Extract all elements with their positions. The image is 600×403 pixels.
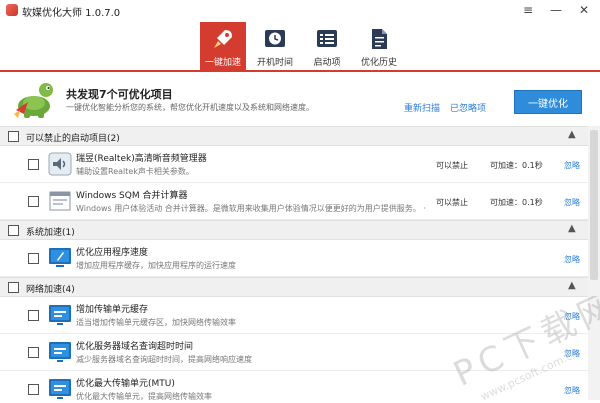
item-status: 可以禁止 bbox=[436, 161, 468, 170]
item-description: 适当增加传输单元缓存区，加快网络传输效率 bbox=[76, 318, 236, 327]
list-item: Windows SQM 合并计算器 Windows 用户体验活动 合并计算器。是… bbox=[0, 183, 588, 220]
section-title: 网络加速(4) bbox=[26, 285, 75, 295]
speaker-icon bbox=[48, 152, 72, 176]
section-checkbox[interactable] bbox=[8, 131, 19, 142]
item-checkbox[interactable] bbox=[28, 196, 39, 207]
item-checkbox[interactable] bbox=[28, 384, 39, 395]
item-description: Windows 用户体验活动 合并计算器。是微软用来收集用户体验情况以便更好的为… bbox=[76, 204, 426, 213]
item-title: 优化服务器域名查询超时时间 bbox=[76, 342, 194, 352]
tab-label: 启动项 bbox=[313, 58, 341, 68]
tab-label: 优化历史 bbox=[360, 58, 397, 68]
item-title: 优化应用程序速度 bbox=[76, 248, 149, 258]
item-description: 优化最大传输单元，提高网络传输效率 bbox=[76, 392, 212, 400]
item-checkbox[interactable] bbox=[28, 310, 39, 321]
title-bar: 软媒优化大师 1.0.7.0 ≡ — ✕ bbox=[0, 0, 600, 22]
menu-button[interactable]: ≡ bbox=[518, 1, 538, 19]
close-button[interactable]: ✕ bbox=[574, 1, 594, 19]
ignore-link[interactable]: 忽略 bbox=[564, 348, 580, 359]
tab-startup-items[interactable]: 启动项 bbox=[304, 22, 350, 70]
item-title: 瑞昱(Realtek)高清晰音频管理器 bbox=[76, 154, 207, 164]
ignore-link[interactable]: 忽略 bbox=[564, 385, 580, 396]
summary-panel: 共发现7个可优化项目 一键优化智能分析您的系统，帮您优化开机速度以及系统和网络速… bbox=[0, 72, 600, 126]
optimization-list: 可以禁止的启动项目(2) ▲ 瑞昱(Realtek)高清晰音频管理器 辅助设置R… bbox=[0, 126, 588, 400]
rescan-link[interactable]: 重新扫描 bbox=[404, 101, 440, 114]
section-checkbox[interactable] bbox=[8, 282, 19, 293]
item-checkbox[interactable] bbox=[28, 159, 39, 170]
startup-icon bbox=[314, 26, 340, 52]
section-header: 网络加速(4) ▲ bbox=[0, 277, 588, 297]
minimize-button[interactable]: — bbox=[546, 1, 566, 19]
item-title: Windows SQM 合并计算器 bbox=[76, 191, 188, 201]
tab-label: 开机时间 bbox=[256, 58, 293, 68]
tab-one-click-speedup[interactable]: 一键加速 bbox=[200, 22, 246, 70]
item-speedup: 可加速：0.1秒 bbox=[490, 198, 543, 207]
list-item: 优化应用程序速度 增加应用程序缓存，加快应用程序的运行速度 忽略 bbox=[0, 240, 588, 277]
tab-boot-time[interactable]: 开机时间 bbox=[252, 22, 298, 70]
section-title: 系统加速(1) bbox=[26, 228, 75, 238]
network-icon bbox=[48, 303, 72, 327]
item-checkbox[interactable] bbox=[28, 253, 39, 264]
network-icon bbox=[48, 340, 72, 364]
turtle-rocket-icon bbox=[10, 76, 58, 122]
ignore-link[interactable]: 忽略 bbox=[564, 160, 580, 171]
section-title: 可以禁止的启动项目(2) bbox=[26, 134, 120, 144]
monitor-rocket-icon bbox=[48, 246, 72, 270]
list-item: 瑞昱(Realtek)高清晰音频管理器 辅助设置Realtek声卡相关参数。 可… bbox=[0, 146, 588, 183]
item-title: 优化最大传输单元(MTU) bbox=[76, 379, 175, 389]
clock-icon bbox=[262, 26, 288, 52]
summary-title: 共发现7个可优化项目 bbox=[66, 88, 173, 101]
scrollbar-thumb[interactable] bbox=[590, 130, 598, 280]
list-item: 优化最大传输单元(MTU) 优化最大传输单元，提高网络传输效率 忽略 bbox=[0, 371, 588, 400]
section-checkbox[interactable] bbox=[8, 225, 19, 236]
item-description: 减少服务器域名查询超时时间，提高网络响应速度 bbox=[76, 355, 252, 364]
main-tabs: 一键加速 开机时间 启动项 优化历史 bbox=[200, 22, 408, 70]
item-speedup: 可加速：0.1秒 bbox=[490, 161, 543, 170]
item-checkbox[interactable] bbox=[28, 347, 39, 358]
rocket-icon bbox=[210, 26, 236, 52]
ignore-link[interactable]: 忽略 bbox=[564, 254, 580, 265]
ignore-link[interactable]: 忽略 bbox=[564, 197, 580, 208]
summary-description: 一键优化智能分析您的系统，帮您优化开机速度以及系统和网络速度。 bbox=[66, 103, 314, 112]
section-header: 可以禁止的启动项目(2) ▲ bbox=[0, 126, 588, 146]
window-title: 软媒优化大师 1.0.7.0 bbox=[22, 8, 121, 19]
document-icon bbox=[366, 26, 392, 52]
item-status: 可以禁止 bbox=[436, 198, 468, 207]
collapse-chevron-icon[interactable]: ▲ bbox=[568, 129, 576, 140]
section-header: 系统加速(1) ▲ bbox=[0, 220, 588, 240]
item-description: 辅助设置Realtek声卡相关参数。 bbox=[76, 167, 194, 176]
item-description: 增加应用程序缓存，加快应用程序的运行速度 bbox=[76, 261, 236, 270]
one-click-optimize-button[interactable]: 一键优化 bbox=[514, 90, 582, 114]
ignore-link[interactable]: 忽略 bbox=[564, 311, 580, 322]
vertical-scrollbar[interactable] bbox=[588, 126, 600, 400]
service-icon bbox=[48, 189, 72, 213]
item-title: 增加传输单元缓存 bbox=[76, 305, 149, 315]
list-item: 优化服务器域名查询超时时间 减少服务器域名查询超时时间，提高网络响应速度 忽略 bbox=[0, 334, 588, 371]
collapse-chevron-icon[interactable]: ▲ bbox=[568, 280, 576, 291]
tab-label: 一键加速 bbox=[204, 58, 241, 68]
collapse-chevron-icon[interactable]: ▲ bbox=[568, 223, 576, 234]
list-item: 增加传输单元缓存 适当增加传输单元缓存区，加快网络传输效率 忽略 bbox=[0, 297, 588, 334]
network-icon bbox=[48, 377, 72, 400]
ignored-items-link[interactable]: 已忽略项 bbox=[450, 101, 486, 114]
tab-optimize-history[interactable]: 优化历史 bbox=[356, 22, 402, 70]
app-logo-icon bbox=[6, 4, 18, 16]
